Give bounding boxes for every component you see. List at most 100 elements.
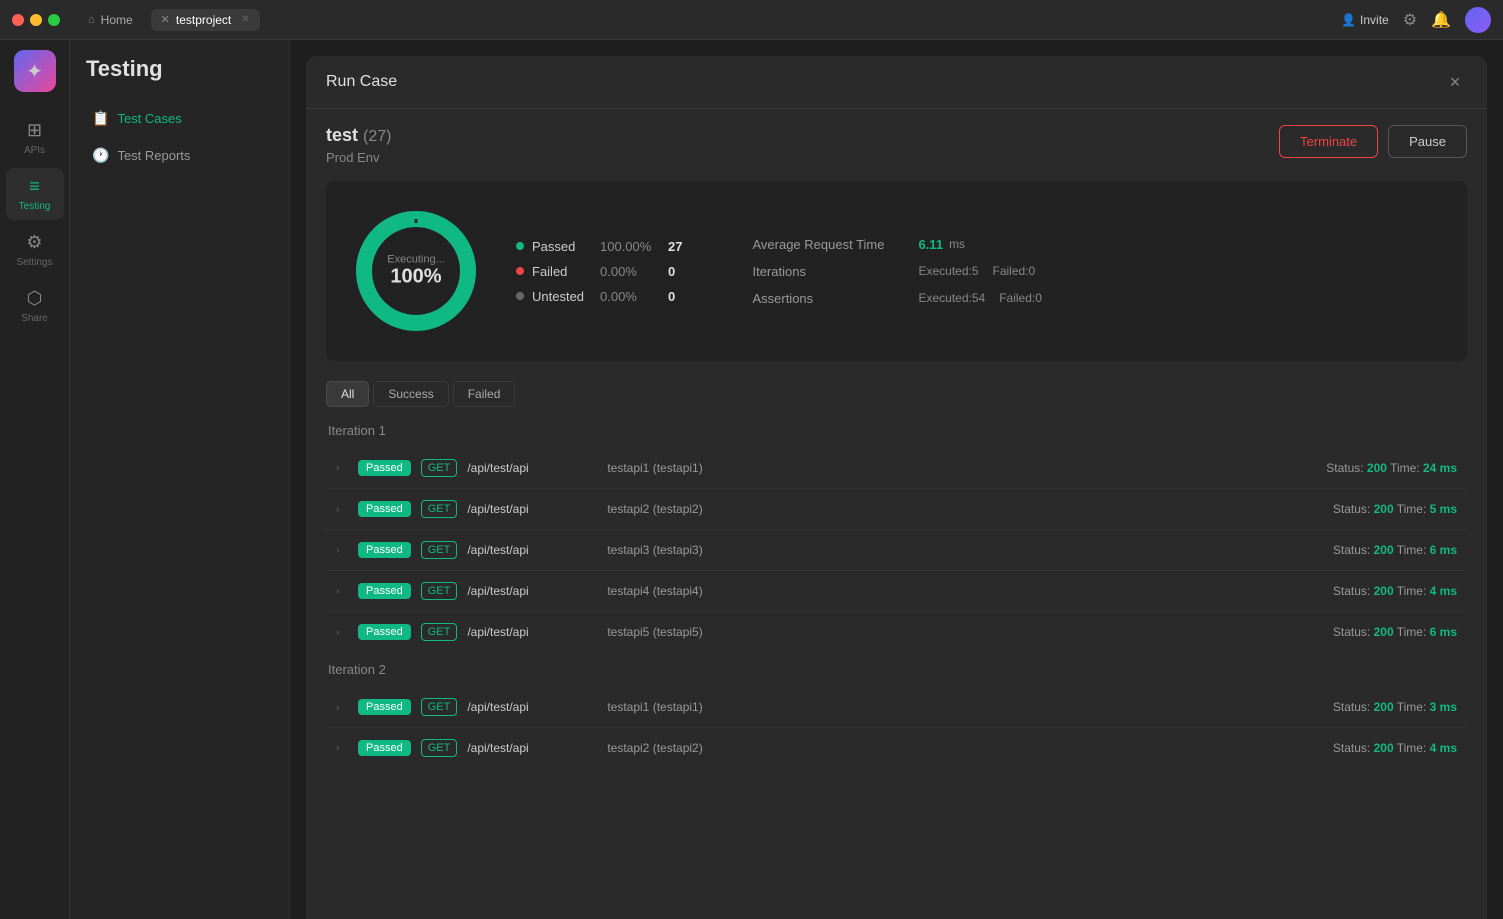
modal-body: test (27) Prod Env Terminate Pause (306, 109, 1487, 919)
nav-test-cases[interactable]: 📋 Test Cases (82, 102, 277, 135)
chevron-right-icon[interactable]: › (336, 545, 348, 556)
sidebar-item-settings[interactable]: ⚙ Settings (6, 224, 64, 276)
status-badge: Passed (358, 699, 411, 715)
test-name: testapi2 (testapi2) (607, 741, 1323, 755)
test-cases-label: Test Cases (117, 111, 181, 126)
filter-failed[interactable]: Failed (453, 381, 516, 407)
pause-button[interactable]: Pause (1388, 125, 1467, 158)
status-badge: Passed (358, 501, 411, 517)
method-badge: GET (421, 698, 458, 716)
test-path: /api/test/api (467, 461, 597, 475)
project-tab[interactable]: ✕ testproject ✕ (151, 9, 260, 31)
run-env: Prod Env (326, 150, 391, 165)
home-tab[interactable]: ⌂ Home (78, 9, 143, 31)
chevron-right-icon[interactable]: › (336, 586, 348, 597)
assertions-failed: Failed:0 (999, 291, 1042, 305)
iteration-2-section: Iteration 2 › Passed GET /api/test/api t… (326, 662, 1467, 768)
share-label: Share (21, 313, 48, 324)
settings-icon[interactable]: ⚙ (1403, 10, 1417, 30)
invite-button[interactable]: 👤 Invite (1341, 13, 1389, 27)
invite-icon: 👤 (1341, 13, 1356, 27)
project-tab-label: testproject (176, 13, 231, 27)
test-reports-label: Test Reports (117, 148, 190, 163)
modal-title: Run Case (326, 73, 397, 91)
table-row: › Passed GET /api/test/api testapi2 (tes… (326, 489, 1467, 530)
run-info: test (27) Prod Env Terminate Pause (326, 125, 1467, 165)
left-panel: Testing 📋 Test Cases 🕐 Test Reports (70, 40, 290, 919)
app-logo: ✦ (14, 50, 56, 92)
nav-test-reports[interactable]: 🕐 Test Reports (82, 139, 277, 172)
table-row: › Passed GET /api/test/api testapi1 (tes… (326, 448, 1467, 489)
donut-chart: Executing... 100% (346, 201, 486, 341)
sidebar-item-share[interactable]: ⬡ Share (6, 280, 64, 332)
chevron-right-icon[interactable]: › (336, 463, 348, 474)
close-traffic-light[interactable] (12, 14, 24, 26)
maximize-traffic-light[interactable] (48, 14, 60, 26)
status-badge: Passed (358, 542, 411, 558)
chevron-right-icon[interactable]: › (336, 504, 348, 515)
legend-untested: Untested 0.00% 0 (516, 289, 682, 304)
iterations-failed: Failed:0 (993, 264, 1036, 278)
test-cases-icon: 📋 (92, 110, 109, 127)
assertions-label: Assertions (752, 291, 912, 306)
test-name: testapi3 (testapi3) (607, 543, 1323, 557)
status-badge: Passed (358, 583, 411, 599)
main-layout: ✦ ⊞ APIs ≡ Testing ⚙ Settings ⬡ Share Te… (0, 40, 1503, 919)
iteration-2-label: Iteration 2 (326, 662, 1467, 677)
assertions-row: Assertions Executed:54 Failed:0 (752, 291, 1041, 306)
test-name: testapi1 (testapi1) (607, 700, 1323, 714)
modal-container: Run Case × test (27) Prod Env (290, 40, 1503, 919)
tab-close-icon[interactable]: ✕ (241, 14, 249, 25)
titlebar-right: 👤 Invite ⚙ 🔔 (1341, 7, 1491, 33)
test-path: /api/test/api (467, 700, 597, 714)
chevron-right-icon[interactable]: › (336, 627, 348, 638)
settings-label: Settings (16, 257, 52, 268)
avg-request-value: 6.11 (918, 237, 943, 252)
table-row: › Passed GET /api/test/api testapi5 (tes… (326, 612, 1467, 652)
iteration-1-label: Iteration 1 (326, 423, 1467, 438)
table-row: › Passed GET /api/test/api testapi1 (tes… (326, 687, 1467, 728)
sidebar-item-apis[interactable]: ⊞ APIs (6, 112, 64, 164)
iterations-executed: Executed:5 (918, 264, 978, 278)
filter-tabs: All Success Failed (326, 381, 1467, 407)
chevron-right-icon[interactable]: › (336, 743, 348, 754)
filter-all[interactable]: All (326, 381, 369, 407)
testing-label: Testing (19, 201, 51, 212)
avg-request-label: Average Request Time (752, 237, 912, 252)
test-status: Status: 200 Time: 4 ms (1333, 584, 1457, 598)
method-badge: GET (421, 500, 458, 518)
untested-dot (516, 292, 524, 300)
filter-success[interactable]: Success (373, 381, 448, 407)
avatar[interactable] (1465, 7, 1491, 33)
terminate-button[interactable]: Terminate (1279, 125, 1378, 158)
test-name: testapi5 (testapi5) (607, 625, 1323, 639)
chevron-right-icon[interactable]: › (336, 702, 348, 713)
test-reports-icon: 🕐 (92, 147, 109, 164)
run-name: test (27) (326, 125, 391, 146)
method-badge: GET (421, 739, 458, 757)
test-name: testapi2 (testapi2) (607, 502, 1323, 516)
avg-request-row: Average Request Time 6.11 ms (752, 237, 1041, 252)
bell-icon[interactable]: 🔔 (1431, 10, 1451, 30)
sidebar-item-testing[interactable]: ≡ Testing (6, 168, 64, 220)
modal-header: Run Case × (306, 56, 1487, 109)
test-path: /api/test/api (467, 502, 597, 516)
status-badge: Passed (358, 624, 411, 640)
legend-passed: Passed 100.00% 27 (516, 239, 682, 254)
passed-dot (516, 242, 524, 250)
run-info-left: test (27) Prod Env (326, 125, 391, 165)
apis-label: APIs (24, 145, 45, 156)
table-row: › Passed GET /api/test/api testapi2 (tes… (326, 728, 1467, 768)
modal-close-button[interactable]: × (1443, 70, 1467, 94)
left-panel-title: Testing (82, 56, 277, 82)
test-name: testapi1 (testapi1) (607, 461, 1316, 475)
iteration-1-section: Iteration 1 › Passed GET /api/test/api t… (326, 423, 1467, 652)
run-name-text: test (326, 125, 358, 145)
test-path: /api/test/api (467, 584, 597, 598)
minimize-traffic-light[interactable] (30, 14, 42, 26)
home-icon: ⌂ (88, 14, 95, 26)
status-badge: Passed (358, 460, 411, 476)
failed-dot (516, 267, 524, 275)
avg-request-unit: ms (949, 237, 965, 251)
method-badge: GET (421, 582, 458, 600)
